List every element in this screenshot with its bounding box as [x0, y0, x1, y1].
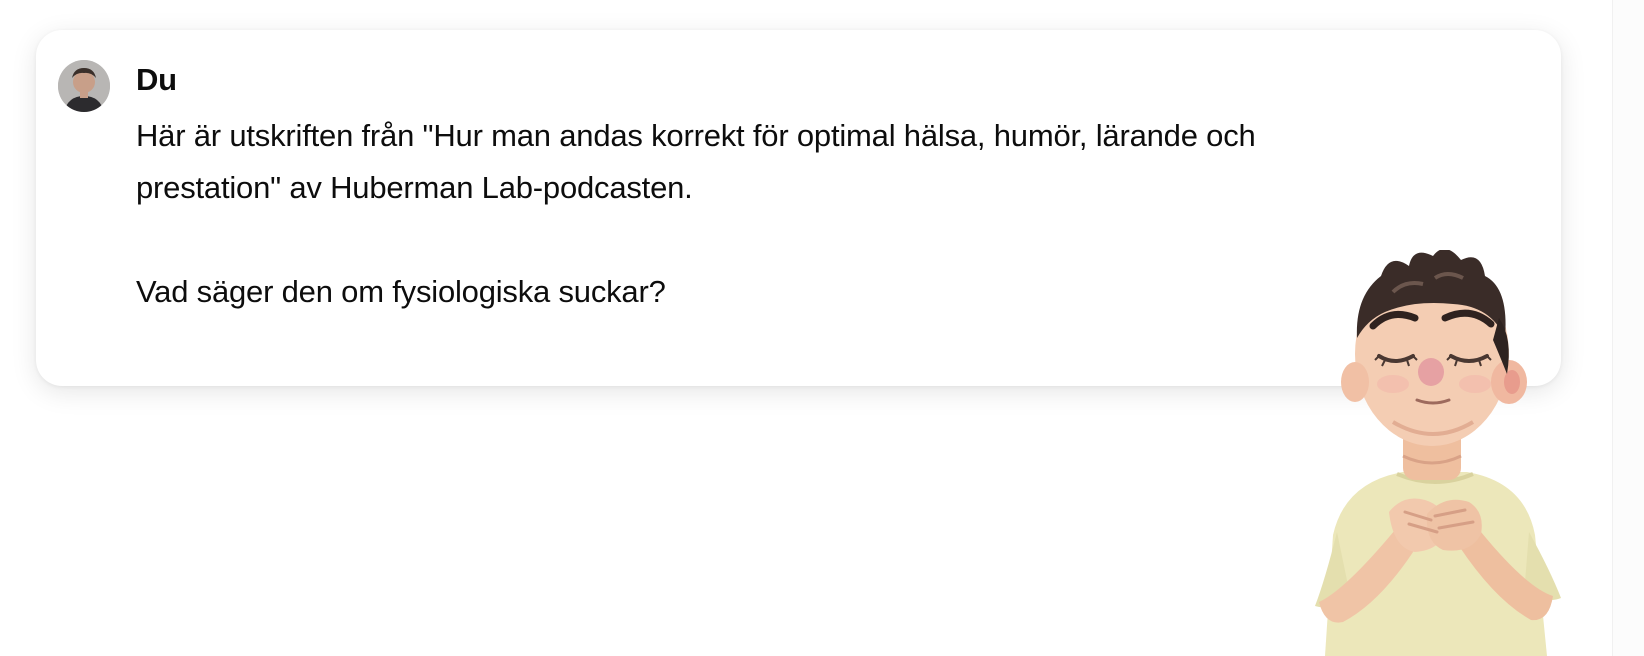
message-body: Här är utskriften från "Hur man andas ko… — [136, 110, 1436, 318]
user-avatar[interactable] — [58, 60, 110, 112]
avatar-photo-icon — [58, 60, 110, 112]
breathing-character-illustration — [1285, 250, 1585, 656]
message-question: Vad säger den om fysiologiska suckar? — [136, 274, 666, 309]
right-panel-edge — [1612, 0, 1644, 656]
message-line: prestation" av Huberman Lab-podcasten. — [136, 170, 693, 205]
sender-name: Du — [136, 62, 177, 97]
message-line: Här är utskriften från "Hur man andas ko… — [136, 118, 1256, 153]
chat-page: Du Här är utskriften från "Hur man andas… — [0, 0, 1644, 656]
cartoon-person-icon — [1315, 250, 1561, 656]
